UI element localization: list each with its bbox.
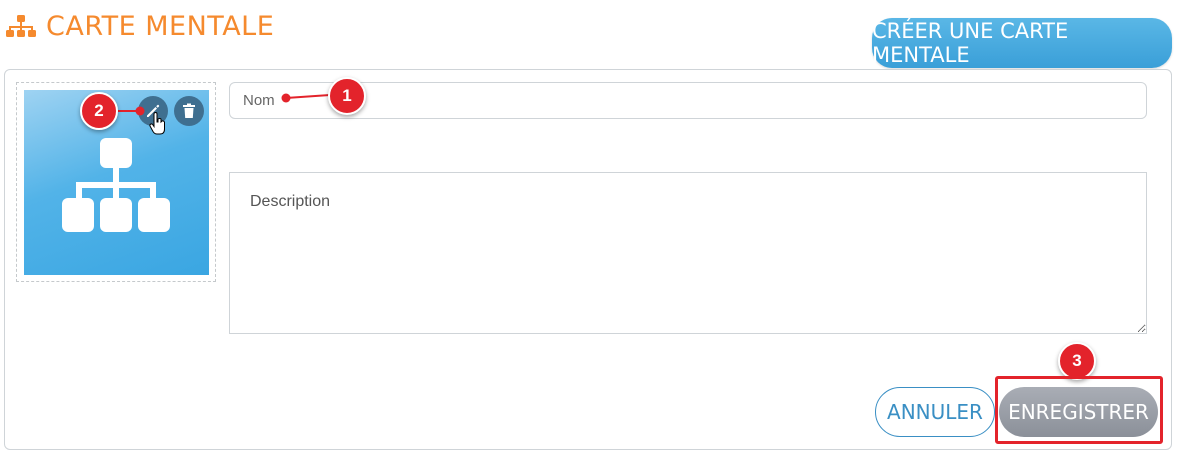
hand-cursor-icon — [149, 112, 165, 135]
annotation-marker-3: 3 — [1058, 342, 1096, 380]
annotation-marker-1: 1 — [328, 77, 366, 115]
sitemap-icon — [62, 138, 170, 232]
annotation-leader-2 — [118, 106, 145, 116]
sitemap-icon — [6, 15, 36, 37]
page-title-text: CARTE MENTALE — [46, 10, 275, 42]
save-button-highlight — [995, 376, 1163, 444]
trash-icon — [183, 103, 195, 118]
annotation-leader-1 — [281, 93, 331, 103]
name-input[interactable] — [229, 82, 1147, 119]
description-input[interactable] — [229, 172, 1147, 334]
page-title: CARTE MENTALE — [4, 8, 274, 44]
annotation-marker-2: 2 — [80, 92, 118, 130]
create-mind-map-button[interactable]: CRÉER UNE CARTE MENTALE — [872, 18, 1172, 68]
cancel-button[interactable]: ANNULER — [875, 387, 995, 437]
delete-image-button[interactable] — [174, 96, 204, 126]
